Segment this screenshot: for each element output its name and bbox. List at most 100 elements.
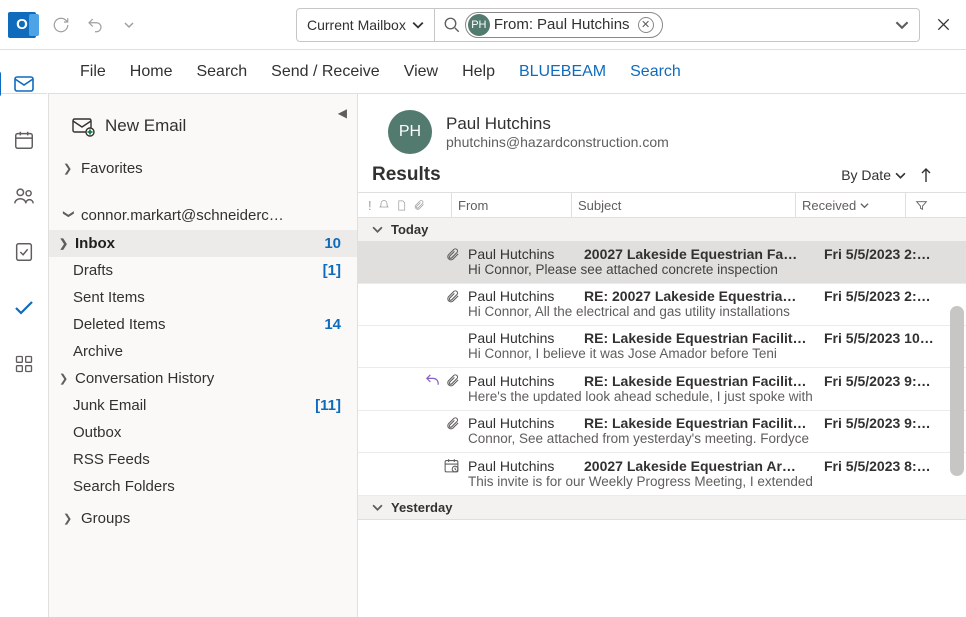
qat-chevron-down-icon[interactable] [114,10,144,40]
message-from: Paul Hutchins [468,458,584,474]
reminder-icon [378,199,390,211]
message-subject: RE: Lakeside Equestrian Facilit… [584,330,824,346]
meeting-icon [443,457,460,474]
folder-item[interactable]: Search Folders [49,473,357,500]
new-email-icon [71,114,95,138]
message-from: Paul Hutchins [468,415,584,431]
message-row[interactable]: Paul HutchinsRE: Lakeside Equestrian Fac… [358,411,966,453]
tab-view[interactable]: View [404,63,438,81]
message-received: Fri 5/5/2023 2:3… [824,246,936,262]
message-from: Paul Hutchins [468,373,584,389]
title-bar: O Current Mailbox PH From: Paul Hutchins… [0,0,966,50]
results-pane: PH Paul Hutchins phutchins@hazardconstru… [358,94,966,617]
message-received: Fri 5/5/2023 9:1… [824,415,936,431]
folder-item[interactable]: Junk Email[11] [49,392,357,419]
sort-direction-icon[interactable] [920,167,932,183]
favorites-section[interactable]: ❯ Favorites [49,146,357,183]
groups-label: Groups [81,510,130,527]
rail-calendar-icon[interactable] [13,126,35,154]
folder-count: 10 [324,235,341,252]
window-close-button[interactable] [920,0,966,50]
sort-indicator-icon [860,201,869,210]
search-filter-pill[interactable]: PH From: Paul Hutchins ✕ [465,12,663,38]
col-header-subject[interactable]: Subject [572,193,796,217]
clear-pill-icon[interactable]: ✕ [638,17,654,33]
col-filter-button[interactable] [906,193,936,217]
col-header-received[interactable]: Received [796,193,906,217]
undo-icon[interactable] [80,10,110,40]
rail-todo-icon[interactable] [12,294,36,322]
rail-people-icon[interactable] [13,182,35,210]
column-headers: ! From Subject Received [358,192,966,218]
attachment-icon [445,416,460,431]
favorites-label: Favorites [81,160,143,177]
account-section[interactable]: ❯ connor.markart@schneiderc… [49,183,357,230]
col-icons[interactable]: ! [358,193,452,217]
folder-name: RSS Feeds [73,451,150,468]
group-label: Yesterday [391,500,452,515]
tab-bluebeam[interactable]: BLUEBEAM [519,63,606,81]
folder-item[interactable]: Archive [49,338,357,365]
tab-home[interactable]: Home [130,63,173,81]
tab-send-receive[interactable]: Send / Receive [271,63,380,81]
message-group-header[interactable]: Yesterday [358,496,966,520]
pill-text-value: Paul Hutchins [537,16,630,33]
person-name: Paul Hutchins [446,114,669,134]
search-expand-chevron-icon[interactable] [895,18,909,32]
folder-item[interactable]: Drafts[1] [49,257,357,284]
message-subject: 20027 Lakeside Equestrian Ar… [584,458,824,474]
folder-item[interactable]: Sent Items [49,284,357,311]
message-row[interactable]: Paul HutchinsRE: Lakeside Equestrian Fac… [358,326,966,368]
attachment-icon [445,289,460,304]
message-preview: Hi Connor, I believe it was Jose Amador … [358,346,936,361]
message-row[interactable]: Paul Hutchins20027 Lakeside Equestrian A… [358,453,966,496]
folder-item[interactable]: Outbox [49,419,357,446]
search-icon [443,16,461,34]
message-row[interactable]: Paul HutchinsRE: 20027 Lakeside Equestri… [358,284,966,326]
folder-item[interactable]: ❯Conversation History [49,365,357,392]
tab-search-main[interactable]: Search [196,63,247,81]
message-row[interactable]: Paul HutchinsRE: Lakeside Equestrian Fac… [358,368,966,411]
ribbon-tabs: File Home Search Send / Receive View Hel… [0,50,966,94]
message-icons [358,289,468,304]
attachment-icon [445,373,460,388]
chevron-right-icon: ❯ [63,162,75,175]
outlook-logo: O [8,12,36,38]
chevron-down-icon [895,170,906,181]
scrollbar[interactable] [950,306,964,476]
groups-section[interactable]: ❯ Groups [49,500,357,533]
chevron-right-icon: ❯ [63,512,75,525]
attachment-icon [445,247,460,262]
new-email-button[interactable]: New Email [49,106,357,146]
message-preview: Here's the updated look ahead schedule, … [358,389,936,404]
message-subject: 20027 Lakeside Equestrian Fa… [584,246,824,262]
account-label: connor.markart@schneiderc… [81,207,284,224]
tab-search-contextual[interactable]: Search [630,63,681,81]
item-type-icon [396,199,407,212]
folder-item[interactable]: ❯Inbox10 [49,230,357,257]
col-header-from[interactable]: From [452,193,572,217]
results-title: Results [372,164,441,186]
tab-help[interactable]: Help [462,63,495,81]
person-card: PH Paul Hutchins phutchins@hazardconstru… [358,94,966,158]
pill-avatar: PH [468,14,490,36]
search-input[interactable]: PH From: Paul Hutchins ✕ [435,8,920,42]
folder-name: Conversation History [75,370,214,387]
folder-item[interactable]: Deleted Items14 [49,311,357,338]
replied-icon [424,372,441,389]
message-row[interactable]: Paul Hutchins20027 Lakeside Equestrian F… [358,242,966,284]
search-scope-dropdown[interactable]: Current Mailbox [296,8,435,42]
message-from: Paul Hutchins [468,288,584,304]
collapse-folder-pane-icon[interactable]: ◀ [338,106,347,120]
folder-item[interactable]: RSS Feeds [49,446,357,473]
tab-file[interactable]: File [80,63,106,81]
message-group-header[interactable]: Today [358,218,966,242]
rail-mail-icon[interactable] [12,70,36,98]
message-subject: RE: Lakeside Equestrian Facilit… [584,415,824,431]
folder-list: ❯Inbox10Drafts[1]Sent ItemsDeleted Items… [49,230,357,500]
rail-tasks-icon[interactable] [13,238,35,266]
message-icons [358,416,468,431]
sync-icon[interactable] [46,10,76,40]
sort-by-date[interactable]: By Date [841,167,932,183]
rail-apps-icon[interactable] [14,350,34,378]
